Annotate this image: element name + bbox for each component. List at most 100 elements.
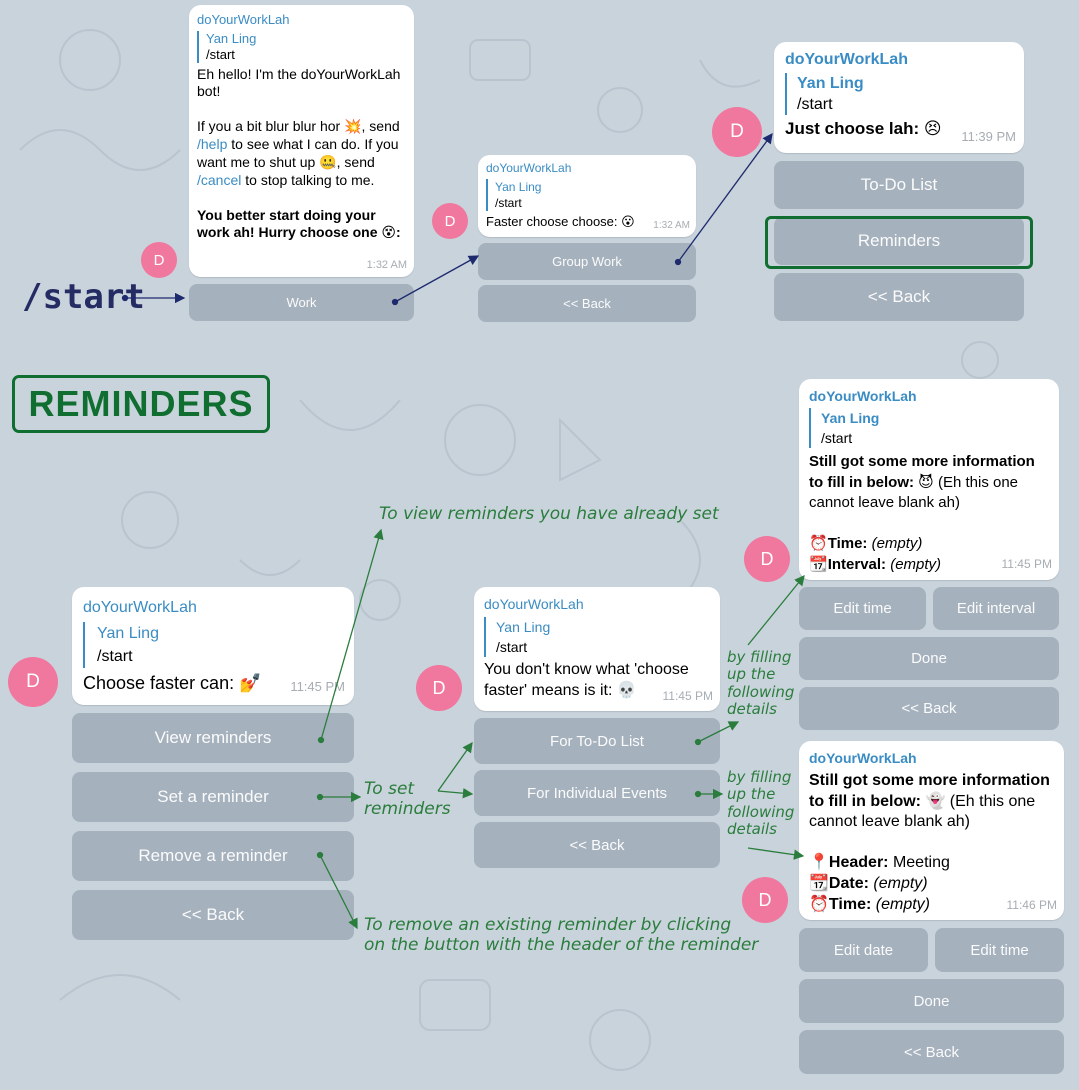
message-time: 11:45 PM (1001, 557, 1052, 571)
bot-avatar: D (416, 665, 462, 711)
message-time: 11:45 PM (290, 679, 345, 694)
reminders-section-label: REMINDERS (12, 375, 270, 433)
message-text: Still got some more information to fill … (809, 772, 1050, 830)
zipper-mouth-emoji: 🤐 (319, 154, 337, 171)
reply-quote[interactable]: Yan Ling /start (83, 622, 343, 668)
annotation-remove-reminder: To remove an existing reminder by clicki… (364, 915, 759, 955)
sender-name: doYourWorkLah (785, 51, 908, 68)
message-time: 11:45 PM (662, 689, 713, 703)
devil-emoji: 😈 (918, 473, 934, 491)
edit-interval-button[interactable]: Edit interval (933, 587, 1059, 630)
edit-time-button[interactable]: Edit time (799, 587, 926, 630)
reply-sender: Yan Ling (496, 619, 551, 635)
skull-emoji: 💀 (616, 680, 637, 699)
message-text: Choose faster can: 💅 (83, 673, 262, 694)
done-button[interactable]: Done (799, 637, 1059, 680)
surprised-emoji: 😮 (621, 215, 635, 230)
message-bubble-reminders-menu: doYourWorkLah Yan Ling /start Just choos… (774, 42, 1024, 153)
text-intro: Eh hello! I'm the doYourWorkLah bot! (197, 65, 401, 100)
set-reminder-button[interactable]: Set a reminder (72, 772, 354, 822)
back-button[interactable]: << Back (799, 687, 1059, 730)
remove-reminder-button[interactable]: Remove a reminder (72, 831, 354, 881)
for-individual-events-button[interactable]: For Individual Events (474, 770, 720, 816)
pin-icon: 📍 (809, 852, 829, 871)
message-text: Still got some more information to fill … (809, 453, 1035, 511)
cancel-command-link[interactable]: /cancel (197, 172, 241, 188)
message-bubble-reminder-options: doYourWorkLah Yan Ling /start Choose fas… (72, 587, 354, 705)
sender-name: doYourWorkLah (809, 388, 917, 404)
message-time: 11:46 PM (1006, 898, 1057, 912)
dizzy-face-emoji: 😵 (381, 225, 396, 241)
view-reminders-button[interactable]: View reminders (72, 713, 354, 763)
reply-quote[interactable]: Yan Ling /start (486, 179, 688, 211)
message-text: Eh hello! I'm the doYourWorkLah bot! If … (197, 66, 406, 243)
alarm-clock-icon: ⏰ (809, 894, 829, 913)
reply-sender: Yan Ling (495, 180, 542, 194)
bot-avatar: D (432, 203, 468, 239)
message-time: 11:39 PM (961, 129, 1016, 144)
bot-avatar: D (712, 107, 762, 157)
edit-date-button[interactable]: Edit date (799, 928, 928, 972)
sender-name: doYourWorkLah (197, 12, 290, 27)
collision-emoji: 💥 (344, 118, 362, 135)
reply-sender: Yan Ling (97, 625, 159, 642)
message-bubble-set-options: doYourWorkLah Yan Ling /start You don't … (474, 587, 720, 711)
back-button[interactable]: << Back (474, 822, 720, 868)
back-button[interactable]: << Back (799, 1030, 1064, 1074)
work-button[interactable]: Work (189, 284, 414, 321)
message-bubble-welcome: doYourWorkLah Yan Ling /start Eh hello! … (189, 5, 414, 277)
start-command-label: /start (22, 277, 145, 317)
reminders-highlight-box (765, 216, 1033, 269)
text-stop: to stop talking to me. (241, 172, 375, 188)
bot-avatar: D (141, 242, 177, 278)
annotation-fill-todo: by filling up the following details (727, 648, 795, 718)
text-send: , send (361, 117, 400, 134)
text-hurry: You better start doing your work ah! Hur… (197, 206, 382, 241)
nail-polish-emoji: 💅 (239, 673, 262, 694)
sender-name: doYourWorkLah (809, 750, 917, 766)
text-blur: If you a bit blur blur hor (197, 117, 345, 134)
ghost-emoji: 👻 (925, 791, 946, 810)
reply-quote[interactable]: Yan Ling /start (785, 73, 1013, 115)
sender-name: doYourWorkLah (484, 596, 584, 612)
done-button[interactable]: Done (799, 979, 1064, 1023)
reply-text: /start (206, 46, 235, 62)
message-text: Just choose lah: 😣 (785, 119, 942, 139)
back-button[interactable]: << Back (774, 273, 1024, 321)
for-todo-list-button[interactable]: For To-Do List (474, 718, 720, 764)
reply-text: /start (495, 196, 522, 210)
todo-list-button[interactable]: To-Do List (774, 161, 1024, 209)
group-work-button[interactable]: Group Work (478, 243, 696, 280)
calendar-icon: 📆 (809, 555, 828, 573)
sender-name: doYourWorkLah (83, 599, 197, 616)
bot-avatar: D (8, 657, 58, 707)
reply-quote[interactable]: Yan Ling /start (484, 617, 710, 657)
back-button[interactable]: << Back (478, 285, 696, 322)
reply-quote[interactable]: Yan Ling /start (197, 30, 406, 63)
alarm-clock-icon: ⏰ (809, 534, 828, 552)
message-time: 1:32 AM (653, 220, 690, 231)
persevering-emoji: 😣 (923, 119, 942, 139)
reply-quote[interactable]: Yan Ling /start (809, 408, 1049, 448)
reply-sender: Yan Ling (821, 410, 880, 426)
reply-text: /start (496, 639, 528, 655)
reply-text: /start (797, 96, 833, 113)
annotation-set-reminders: To set reminders (364, 779, 451, 819)
sender-name: doYourWorkLah (486, 161, 572, 175)
message-bubble-event-details: doYourWorkLah Still got some more inform… (799, 741, 1064, 920)
message-text: You don't know what 'choose faster' mean… (484, 661, 689, 699)
text-send-2: , send (336, 153, 375, 170)
help-command-link[interactable]: /help (197, 136, 227, 152)
reply-text: /start (97, 648, 133, 665)
message-time: 1:32 AM (366, 258, 407, 271)
back-button[interactable]: << Back (72, 890, 354, 940)
header-field: 📍Header: Meeting (809, 852, 950, 871)
message-text: Faster choose choose: 😮 (486, 214, 635, 230)
edit-time-button[interactable]: Edit time (935, 928, 1064, 972)
annotation-fill-event: by filling up the following details (727, 768, 795, 838)
calendar-icon: 📆 (809, 873, 829, 892)
reply-sender: Yan Ling (797, 75, 864, 92)
reply-sender: Yan Ling (206, 30, 257, 46)
annotation-view-reminders: To view reminders you have already set (379, 504, 719, 524)
time-field: ⏰Time: (empty) (809, 534, 923, 552)
